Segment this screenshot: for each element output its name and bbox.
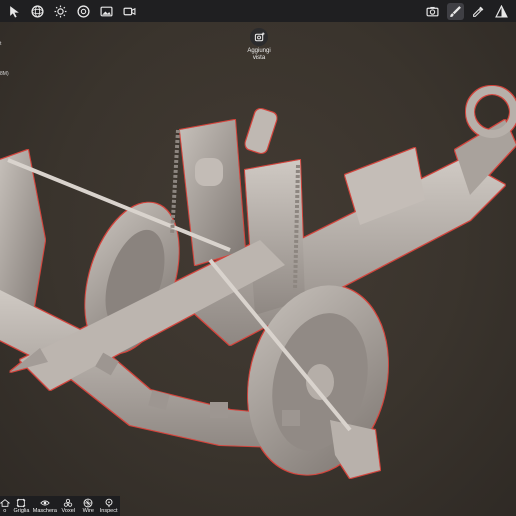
camera-icon[interactable] xyxy=(424,3,441,20)
3d-viewport[interactable]: Aggiungi vista t 8M) o Griglia Maschera … xyxy=(0,0,516,516)
left-info-line-1: t xyxy=(0,41,2,47)
eye-icon xyxy=(40,500,50,506)
toolbar-right-group xyxy=(424,2,510,20)
bottom-item-maschera-label: Maschera xyxy=(32,508,57,514)
bottom-item-griglia[interactable]: Griglia xyxy=(13,498,29,515)
brush-icon[interactable] xyxy=(447,2,464,20)
inspect-icon xyxy=(105,498,113,508)
ballista-model[interactable] xyxy=(0,22,516,496)
voxel-icon xyxy=(64,498,73,507)
bottom-item-voxel-label: Voxel xyxy=(61,508,75,514)
bottom-item-maschera[interactable]: Maschera xyxy=(32,498,57,515)
home-icon xyxy=(0,499,10,507)
add-view-icon xyxy=(250,28,268,46)
add-view-label: Aggiungi vista xyxy=(247,48,271,61)
bottom-item-0-label: o xyxy=(3,508,7,514)
bottom-item-wire[interactable]: Wire xyxy=(80,498,96,515)
bottom-view-toolbar: o Griglia Maschera Voxel Wire Inspect xyxy=(0,496,120,516)
bottom-item-wire-label: Wire xyxy=(82,508,94,514)
sphere-icon[interactable] xyxy=(29,3,46,20)
prism-icon[interactable] xyxy=(493,3,510,20)
video-camera-icon[interactable] xyxy=(121,3,138,20)
bottom-item-griglia-label: Griglia xyxy=(13,508,30,514)
bottom-item-0[interactable]: o xyxy=(0,498,10,515)
add-view-button[interactable]: Aggiungi vista xyxy=(244,28,274,62)
cursor-icon[interactable] xyxy=(6,3,23,20)
sun-icon[interactable] xyxy=(52,3,69,20)
material-ball-icon[interactable] xyxy=(75,3,92,20)
top-toolbar xyxy=(0,0,516,22)
bottom-item-inspect[interactable]: Inspect xyxy=(99,498,118,515)
bottom-item-voxel[interactable]: Voxel xyxy=(60,498,76,515)
wire-icon xyxy=(83,498,93,508)
toolbar-left-group xyxy=(6,3,138,20)
bottom-item-inspect-label: Inspect xyxy=(99,508,118,514)
eyedropper-icon[interactable] xyxy=(470,3,487,20)
left-info-line-2: 8M) xyxy=(0,71,9,77)
left-info-panel: t 8M) xyxy=(0,40,9,78)
grid-icon xyxy=(17,498,26,508)
image-icon[interactable] xyxy=(98,3,115,20)
